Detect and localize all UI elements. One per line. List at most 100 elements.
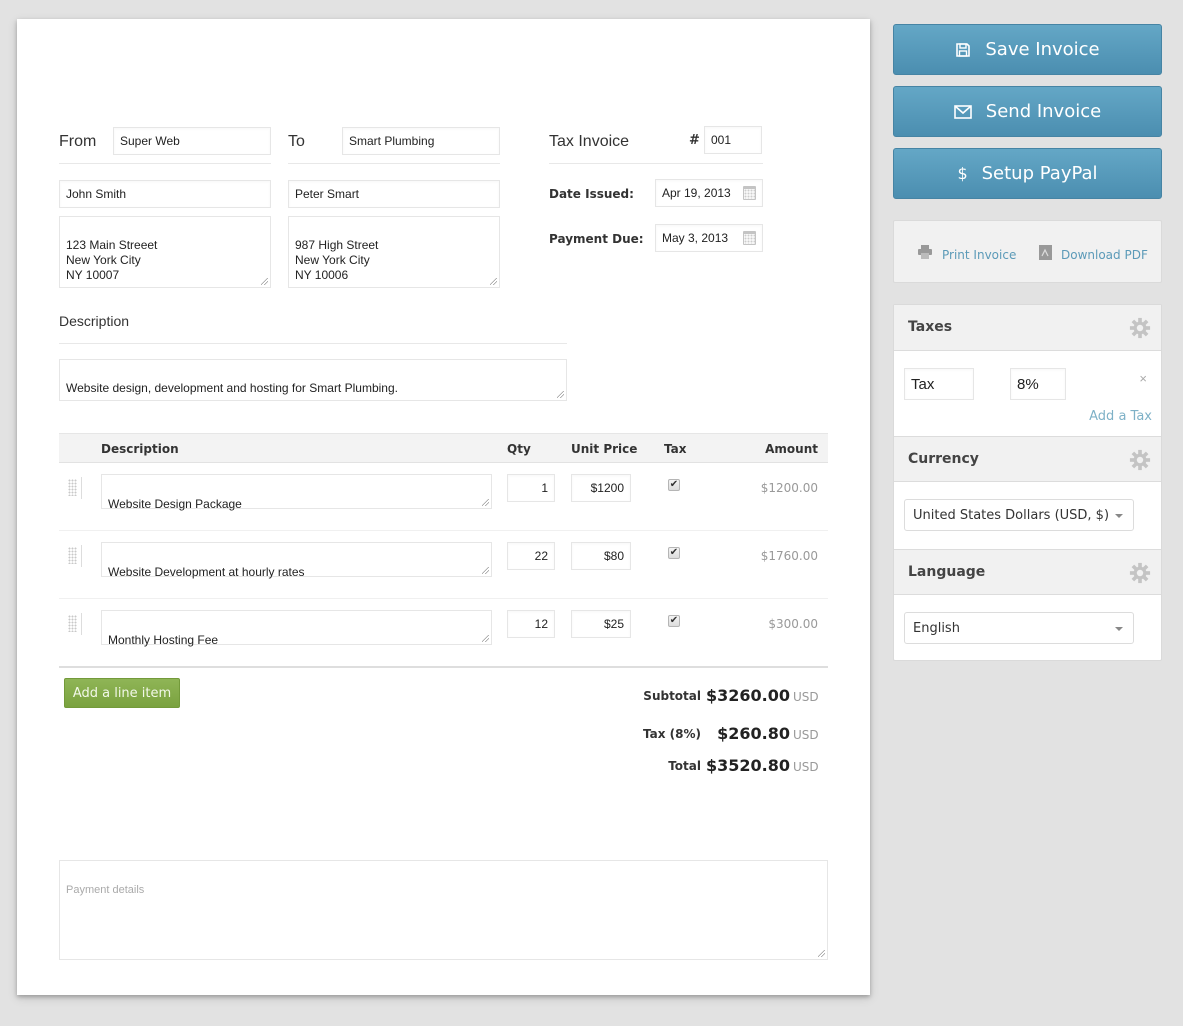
line-item-description-input[interactable]: Monthly Hosting Fee xyxy=(101,610,492,647)
drag-handle-icon[interactable] xyxy=(68,615,77,632)
line-item-unit-price-input[interactable]: $1200 xyxy=(571,474,631,502)
date-issued-label: Date Issued: xyxy=(549,187,634,201)
taxes-title: Taxes xyxy=(908,319,953,335)
date-issued-input[interactable]: Apr 19, 2013 xyxy=(655,179,763,207)
line-item-amount: $300.00 xyxy=(768,617,818,631)
gear-icon[interactable] xyxy=(1129,317,1151,339)
tax-rate-input[interactable]: 8% xyxy=(1010,368,1066,400)
from-company-input[interactable]: Super Web xyxy=(113,127,271,155)
chevron-down-icon xyxy=(1115,627,1123,631)
floppy-disk-icon xyxy=(955,42,971,58)
line-item-unit-price-input[interactable]: $25 xyxy=(571,610,631,638)
from-address-text: 123 Main Streeet New York City NY 10007 xyxy=(66,238,158,282)
tax-total-value: $260.80 xyxy=(717,724,790,743)
currency-selected: United States Dollars (USD, $) xyxy=(913,507,1110,523)
print-invoice-label: Print Invoice xyxy=(942,247,1017,262)
from-label: From xyxy=(59,133,97,150)
line-item-tax-checkbox[interactable]: ✔ xyxy=(668,615,680,627)
column-header-unit-price: Unit Price xyxy=(571,442,638,456)
divider xyxy=(81,477,82,499)
resize-handle-icon[interactable] xyxy=(818,950,825,957)
currency-header: Currency xyxy=(894,436,1161,482)
resize-handle-icon[interactable] xyxy=(482,567,489,574)
payment-due-label: Payment Due: xyxy=(549,232,644,246)
remove-tax-icon[interactable]: × xyxy=(1139,371,1147,386)
taxes-header: Taxes xyxy=(894,305,1161,351)
from-address-textarea[interactable]: 123 Main Streeet New York City NY 10007 xyxy=(59,216,271,288)
print-invoice-link[interactable]: Print Invoice xyxy=(917,245,1016,264)
tax-name-input[interactable]: Tax xyxy=(904,368,974,400)
column-header-tax: Tax xyxy=(664,442,687,456)
line-item-description-input[interactable]: Website Development at hourly rates xyxy=(101,542,492,579)
setup-paypal-label: Setup PayPal xyxy=(981,163,1098,184)
calendar-icon[interactable] xyxy=(743,186,756,200)
to-address-textarea[interactable]: 987 High Street New York City NY 10006 xyxy=(288,216,500,288)
language-select[interactable]: English xyxy=(904,612,1134,644)
currency-select[interactable]: United States Dollars (USD, $) xyxy=(904,499,1134,531)
resize-handle-icon[interactable] xyxy=(261,278,268,285)
line-item-tax-checkbox[interactable]: ✔ xyxy=(668,479,680,491)
download-pdf-link[interactable]: Download PDF xyxy=(1039,245,1148,265)
currency-title: Currency xyxy=(908,451,979,467)
line-item-description: Monthly Hosting Fee xyxy=(108,633,219,647)
total-currency: USD xyxy=(793,760,819,774)
pdf-file-icon xyxy=(1039,245,1052,265)
line-item-amount: $1200.00 xyxy=(760,481,818,495)
to-address-text: 987 High Street New York City NY 10006 xyxy=(295,238,379,282)
add-line-item-button[interactable]: Add a line item xyxy=(64,678,180,708)
divider xyxy=(59,163,271,164)
line-item-description-input[interactable]: Website Design Package xyxy=(101,474,492,511)
column-header-description: Description xyxy=(101,442,179,456)
divider xyxy=(59,666,828,668)
line-item-tax-checkbox[interactable]: ✔ xyxy=(668,547,680,559)
divider xyxy=(81,545,82,567)
line-item-unit-price-input[interactable]: $80 xyxy=(571,542,631,570)
total-value: $3520.80 xyxy=(705,756,790,775)
line-item-qty-input[interactable]: 22 xyxy=(507,542,555,570)
resize-handle-icon[interactable] xyxy=(490,278,497,285)
send-invoice-button[interactable]: Send Invoice xyxy=(893,86,1162,137)
description-label: Description xyxy=(59,313,130,329)
payment-details-placeholder: Payment details xyxy=(66,884,145,896)
column-header-amount: Amount xyxy=(765,442,818,456)
resize-handle-icon[interactable] xyxy=(482,499,489,506)
resize-handle-icon[interactable] xyxy=(482,635,489,642)
line-items-header: Description Qty Unit Price Tax Amount xyxy=(59,433,828,463)
invoice-number-input[interactable]: 001 xyxy=(704,126,762,154)
settings-panel: Taxes Tax 8% × Add a Tax Currency United… xyxy=(893,304,1162,661)
tax-total-currency: USD xyxy=(793,728,819,742)
payment-due-input[interactable]: May 3, 2013 xyxy=(655,224,763,252)
line-item-qty-input[interactable]: 12 xyxy=(507,610,555,638)
divider xyxy=(59,343,567,344)
payment-due-value: May 3, 2013 xyxy=(662,231,729,245)
language-header: Language xyxy=(894,549,1161,595)
from-name-input[interactable]: John Smith xyxy=(59,180,271,208)
to-company-input[interactable]: Smart Plumbing xyxy=(342,127,500,155)
add-tax-link[interactable]: Add a Tax xyxy=(1089,409,1152,424)
payment-details-textarea[interactable]: Payment details xyxy=(59,860,828,960)
line-item-description: Website Development at hourly rates xyxy=(108,565,305,579)
envelope-icon xyxy=(953,104,972,119)
setup-paypal-button[interactable]: $ Setup PayPal xyxy=(893,148,1162,199)
drag-handle-icon[interactable] xyxy=(68,479,77,496)
dollar-icon: $ xyxy=(957,164,968,183)
line-item-qty-input[interactable]: 1 xyxy=(507,474,555,502)
gear-icon[interactable] xyxy=(1129,562,1151,584)
save-invoice-button[interactable]: Save Invoice xyxy=(893,24,1162,75)
to-label: To xyxy=(288,133,305,150)
export-panel: Print Invoice Download PDF xyxy=(893,220,1162,283)
printer-icon xyxy=(917,245,933,264)
invoice-title: Tax Invoice xyxy=(549,133,630,150)
language-title: Language xyxy=(908,564,986,580)
gear-icon[interactable] xyxy=(1129,449,1151,471)
save-invoice-label: Save Invoice xyxy=(985,39,1100,60)
divider xyxy=(81,613,82,635)
subtotal-currency: USD xyxy=(793,690,819,704)
calendar-icon[interactable] xyxy=(743,231,756,245)
language-selected: English xyxy=(913,620,960,636)
invoice-page: From Super Web To Smart Plumbing John Sm… xyxy=(17,19,870,995)
description-textarea[interactable]: Website design, development and hosting … xyxy=(59,359,567,401)
resize-handle-icon[interactable] xyxy=(557,391,564,398)
to-name-input[interactable]: Peter Smart xyxy=(288,180,500,208)
drag-handle-icon[interactable] xyxy=(68,547,77,564)
